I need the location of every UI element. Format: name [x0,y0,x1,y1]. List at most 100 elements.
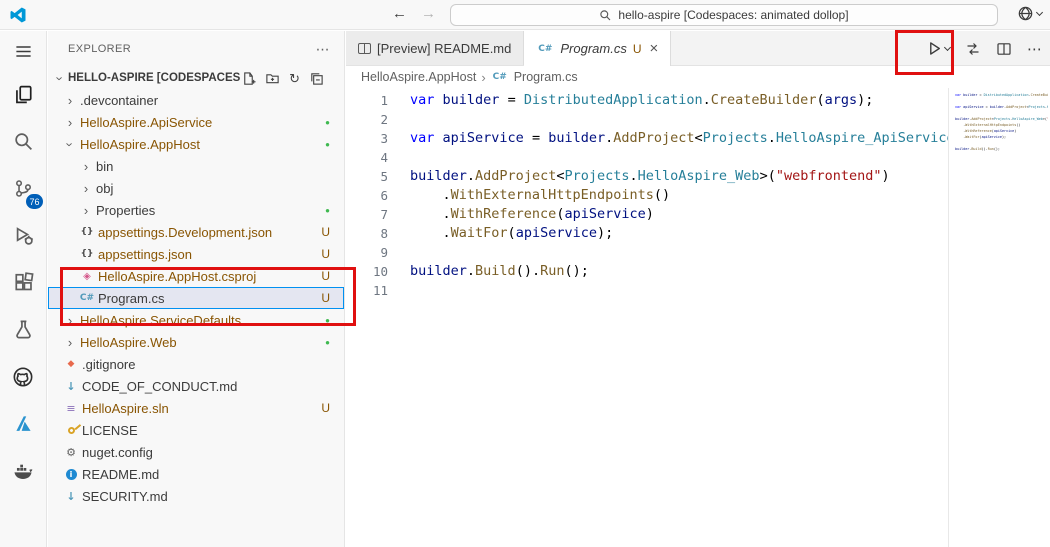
forward-arrow-icon[interactable]: → [421,5,436,22]
activity-bar: 76 [0,31,47,547]
git-modified-badge: U [321,247,330,261]
chevron-right-icon[interactable]: › [78,203,94,218]
code-line-11[interactable]: 11 [346,281,1050,300]
line-number[interactable]: 1 [346,91,388,110]
chevron-right-icon[interactable]: › [62,313,78,328]
line-number[interactable]: 8 [346,224,388,243]
line-number[interactable]: 6 [346,186,388,205]
breadcrumb-item[interactable]: Program.cs [514,70,578,84]
tree-item-helloaspire-apphost[interactable]: › HelloAspire.AppHost ● [48,133,344,155]
split-editor-icon[interactable] [996,41,1012,57]
tree-root-folder[interactable]: › HELLO-ASPIRE [CODESPACES: A... ↻ [48,67,344,89]
line-number[interactable]: 11 [346,281,388,300]
tree-item-program-cs[interactable]: C# Program.cs U [48,287,344,309]
code-line-6[interactable]: 6 .WithExternalHttpEndpoints() [346,186,1050,205]
azure-icon[interactable] [0,400,47,447]
run-and-debug-icon[interactable] [0,212,47,259]
tree-item-helloaspire-servicedefaults[interactable]: › HelloAspire.ServiceDefaults ● [48,309,344,331]
tree-item-helloaspire-apiservice[interactable]: › HelloAspire.ApiService ● [48,111,344,133]
tree-item-obj[interactable]: › obj [48,177,344,199]
code-editor[interactable]: 1 var builder = DistributedApplication.Cr… [346,88,1050,547]
code-text: var apiService = builder.AddProject<Proj… [410,130,979,146]
tree-item-appsettings-development-json[interactable]: {} appsettings.Development.json U [48,221,344,243]
run-button[interactable] [926,40,952,57]
line-number[interactable]: 9 [346,243,388,262]
md-file-icon: ↓ [66,489,76,503]
chevron-right-icon[interactable]: › [78,159,94,174]
key-file-icon [62,425,80,435]
sidebar-title: EXPLORER [68,43,132,55]
tree-item-nuget-config[interactable]: ⚙ nuget.config [48,441,344,463]
line-number[interactable]: 3 [346,129,388,148]
code-line-5[interactable]: 5 builder.AddProject<Projects.HelloAspire… [346,167,1050,186]
extensions-icon[interactable] [0,259,47,306]
tab-preview-readme[interactable]: [Preview] README.md [346,31,525,65]
tree-item-security-md[interactable]: ↓ SECURITY.md [48,485,344,507]
line-number[interactable]: 4 [346,148,388,167]
refresh-icon[interactable]: ↻ [289,72,300,85]
tree-item-label: CODE_OF_CONDUCT.md [82,378,238,394]
search-view-icon[interactable] [0,118,47,165]
new-folder-icon[interactable] [265,71,280,86]
tree-item-bin[interactable]: › bin [48,155,344,177]
back-arrow-icon[interactable]: ← [392,5,407,22]
command-center-search[interactable]: hello-aspire [Codespaces: animated dollo… [450,4,998,26]
code-line-3[interactable]: 3 var apiService = builder.AddProject<Pro… [346,129,1050,148]
github-icon[interactable] [0,353,47,400]
chevron-right-icon[interactable]: › [62,93,78,108]
tab-program-cs[interactable]: C# Program.cs U × [524,31,672,66]
tree-item--gitignore[interactable]: ◆ .gitignore [48,353,344,375]
tree-item-label: appsettings.Development.json [98,224,273,240]
code-line-4[interactable]: 4 [346,148,1050,167]
md-file-icon: ↓ [66,379,76,393]
code-line-7[interactable]: 7 .WithReference(apiService) [346,205,1050,224]
tree-item--devcontainer[interactable]: › .devcontainer [48,89,344,111]
more-actions-icon[interactable]: ⋯ [1027,40,1042,58]
git-status-dot: ● [325,205,330,215]
explorer-icon[interactable] [0,71,47,118]
close-icon[interactable]: × [650,40,659,57]
line-number[interactable]: 10 [346,262,388,281]
tab-label: Program.cs [560,41,627,56]
source-control-icon[interactable]: 76 [0,165,47,212]
tree-item-label: HelloAspire.Web [80,334,177,350]
tree-item-helloaspire-web[interactable]: › HelloAspire.Web ● [48,331,344,353]
docker-icon[interactable] [0,447,47,494]
tree-item-label: obj [96,180,114,196]
run-dropdown-icon[interactable] [943,43,952,52]
breadcrumb-item[interactable]: HelloAspire.AppHost [361,70,476,84]
tree-item-license[interactable]: LICENSE [48,419,344,441]
minimap-line [955,152,1048,158]
tree-item-helloaspire-apphost-csproj[interactable]: ◈ HelloAspire.AppHost.csproj U [48,265,344,287]
open-changes-icon[interactable] [965,41,981,57]
line-number[interactable]: 5 [346,167,388,186]
chevron-down-icon[interactable]: › [63,136,78,152]
testing-icon[interactable] [0,306,47,353]
collapse-all-icon[interactable] [309,71,324,86]
explorer-more-actions-icon[interactable]: ⋯ [316,41,330,58]
minimap[interactable]: var builder = DistributedApplication.Cre… [948,88,1050,547]
tree-item-properties[interactable]: › Properties ● [48,199,344,221]
tree-item-label: HelloAspire.AppHost [80,136,200,152]
tree-item-readme-md[interactable]: i README.md [48,463,344,485]
chevron-right-icon[interactable]: › [62,115,78,130]
code-line-8[interactable]: 8 .WaitFor(apiService); [346,224,1050,243]
code-line-10[interactable]: 10 builder.Build().Run(); [346,262,1050,281]
tree-item-code-of-conduct-md[interactable]: ↓ CODE_OF_CONDUCT.md [48,375,344,397]
line-number[interactable]: 2 [346,110,388,129]
code-line-9[interactable]: 9 [346,243,1050,262]
code-line-2[interactable]: 2 [346,110,1050,129]
line-number[interactable]: 7 [346,205,388,224]
tree-item-appsettings-json[interactable]: {} appsettings.json U [48,243,344,265]
chevron-right-icon[interactable]: › [78,181,94,196]
chevron-right-icon[interactable]: › [62,335,78,350]
csharp-file-icon: C# [492,72,507,82]
new-file-icon[interactable] [241,71,256,86]
code-line-1[interactable]: 1 var builder = DistributedApplication.Cr… [346,91,1050,110]
tree-item-helloaspire-sln[interactable]: ≡ HelloAspire.sln U [48,397,344,419]
menu-button[interactable] [0,31,47,71]
codespaces-remote-indicator[interactable] [1017,5,1044,22]
tree-item-label: HelloAspire.sln [82,400,169,416]
